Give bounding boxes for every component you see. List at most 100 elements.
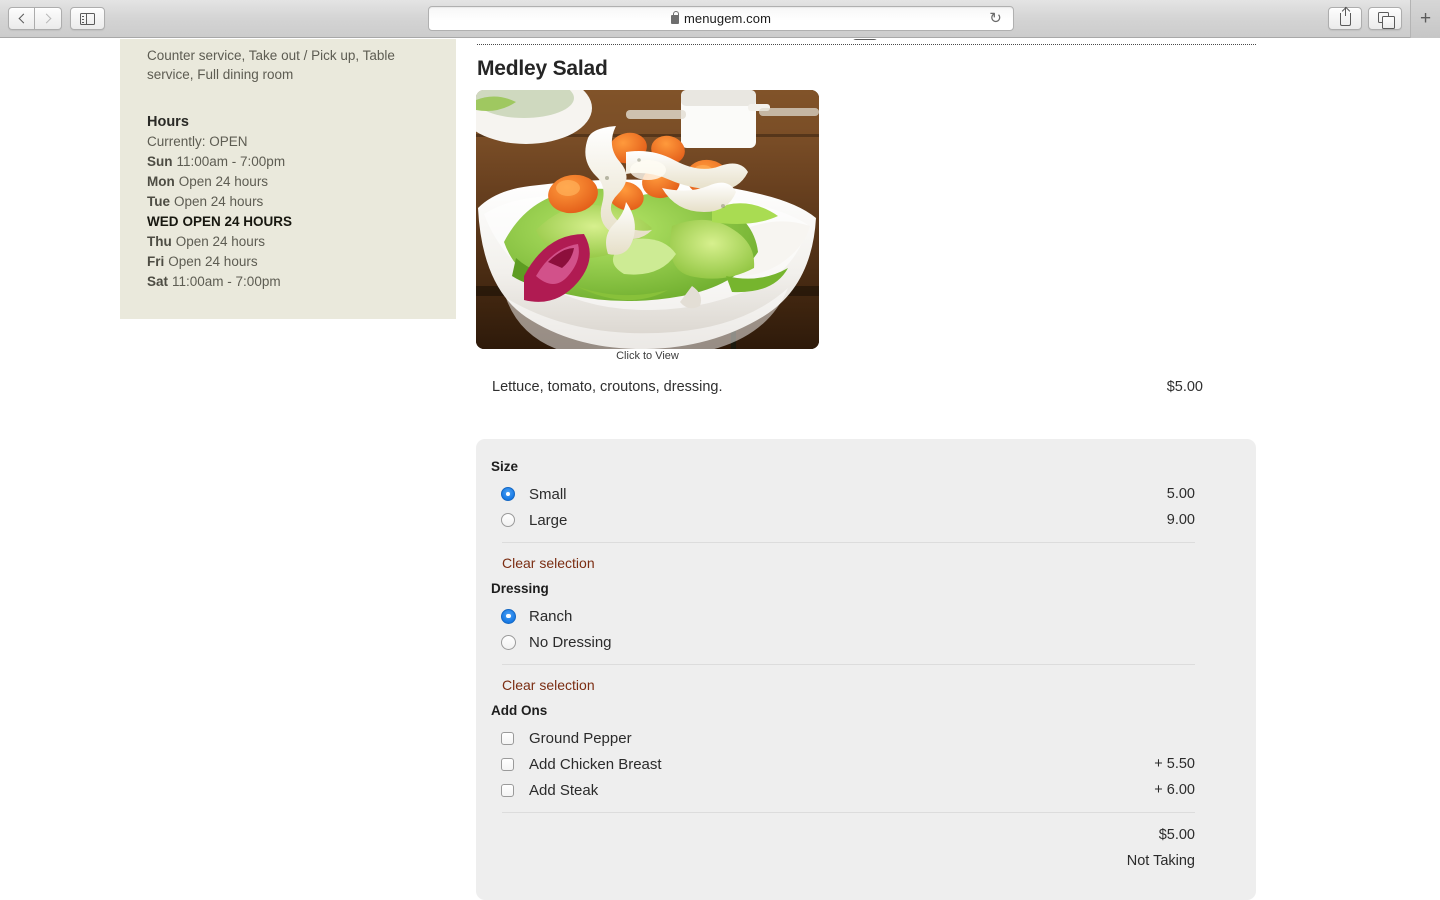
hours-day: Tue	[147, 194, 170, 209]
option-row[interactable]: Ranch	[491, 603, 1232, 629]
option-label[interactable]: Ground Pepper	[529, 730, 1112, 747]
hours-value: OPEN 24 HOURS	[182, 214, 293, 229]
new-tab-button[interactable]: +	[1410, 0, 1440, 38]
clear-selection-link[interactable]: Clear selection	[502, 677, 595, 693]
option-control-cell	[491, 513, 529, 527]
clear-selection-link[interactable]: Clear selection	[502, 555, 595, 571]
url-display: menugem.com	[670, 11, 772, 26]
address-bar[interactable]: menugem.com ↻	[428, 6, 1014, 31]
currently-open-status: Currently: OPEN	[147, 134, 248, 149]
item-options-panel: Size Small 5.00 Large 9.00 Clear selection Dre…	[476, 439, 1256, 900]
option-control-cell	[491, 608, 529, 624]
option-row[interactable]: Ground Pepper	[491, 725, 1232, 751]
hours-row: Sat 11:00am - 7:00pm	[147, 272, 432, 292]
url-text: menugem.com	[683, 11, 772, 26]
service-types-text: Counter service, Take out / Pick up, Tab…	[147, 48, 395, 82]
hours-day: Sat	[147, 274, 169, 289]
checkbox-unchecked[interactable]	[501, 757, 514, 771]
hours-day: WED	[147, 214, 179, 229]
options-groups: Size Small 5.00 Large 9.00 Clear selection Dre…	[491, 459, 1232, 813]
option-row[interactable]: No Dressing	[491, 629, 1232, 655]
option-group-heading: Add Ons	[491, 703, 548, 718]
hours-day: Thu	[147, 234, 172, 249]
option-price: 5.00	[1166, 486, 1195, 502]
checkbox-unchecked[interactable]	[501, 731, 514, 745]
hours-value: 11:00am - 7:00pm	[172, 274, 281, 289]
option-group-add-ons: Add Ons Ground Pepper Add Chicken Breast + …	[491, 703, 1232, 813]
option-control-cell	[491, 757, 529, 771]
scrolled-cutoff-element	[852, 39, 878, 40]
option-row[interactable]: Add Steak + 6.00	[491, 777, 1232, 803]
option-control-cell	[491, 731, 529, 745]
item-description: Lettuce, tomato, croutons, dressing.	[492, 379, 723, 395]
option-label[interactable]: Ranch	[529, 608, 1112, 625]
page-title: Medley Salad	[477, 57, 608, 80]
show-tabs-button[interactable]	[1368, 7, 1402, 30]
chevron-right-icon	[41, 13, 52, 24]
group-divider	[502, 664, 1195, 665]
order-status: Not Taking	[1126, 853, 1195, 869]
hours-row: Fri Open 24 hours	[147, 252, 432, 272]
navigation-button-group	[8, 7, 62, 30]
hours-row: Tue Open 24 hours	[147, 192, 432, 212]
restaurant-info-sidebar: Counter service, Take out / Pick up, Tab…	[120, 39, 456, 319]
hours-day: Fri	[147, 254, 165, 269]
sidebar-toggle-button[interactable]	[70, 7, 105, 30]
back-button[interactable]	[8, 7, 35, 30]
option-row[interactable]: Small 5.00	[491, 481, 1232, 507]
option-label[interactable]: Add Steak	[529, 782, 1112, 799]
share-button[interactable]	[1328, 7, 1362, 30]
option-control-cell	[491, 783, 529, 797]
radio-button-unchecked[interactable]	[501, 513, 515, 527]
group-divider	[502, 542, 1195, 543]
hours-row: Sun 11:00am - 7:00pm	[147, 152, 432, 172]
radio-button-unchecked[interactable]	[501, 634, 516, 650]
option-price: + 5.50	[1154, 756, 1195, 772]
chevron-left-icon	[18, 13, 28, 24]
browser-toolbar: menugem.com ↻ +	[0, 0, 1440, 38]
hours-value: Open 24 hours	[174, 194, 264, 209]
lock-icon	[670, 11, 680, 24]
option-control-cell	[491, 634, 529, 650]
group-divider	[502, 812, 1195, 813]
hours-day: Sun	[147, 154, 173, 169]
hours-heading: Hours	[147, 114, 189, 130]
total-price: $5.00	[1158, 827, 1195, 843]
forward-button	[35, 7, 62, 30]
reload-icon[interactable]: ↻	[988, 11, 1003, 26]
option-label[interactable]: Small	[529, 486, 1112, 503]
option-control-cell	[491, 487, 529, 501]
salad-photo[interactable]	[476, 90, 819, 349]
sidebar-toggle-icon	[80, 12, 95, 25]
hours-row: Mon Open 24 hours	[147, 172, 432, 192]
checkbox-unchecked[interactable]	[501, 783, 514, 797]
content-divider	[477, 44, 1256, 45]
option-row[interactable]: Add Chicken Breast + 5.50	[491, 751, 1232, 777]
hours-value: Open 24 hours	[178, 174, 269, 189]
photo-caption[interactable]: Click to View	[476, 350, 819, 362]
option-label[interactable]: No Dressing	[529, 634, 1112, 651]
hours-list: Sun 11:00am - 7:00pm Mon Open 24 hours Tue Op…	[147, 152, 432, 292]
hours-value: Open 24 hours	[175, 234, 266, 249]
option-label[interactable]: Large	[529, 512, 1112, 529]
hours-row: WED OPEN 24 HOURS	[147, 212, 432, 232]
share-icon	[1339, 7, 1351, 26]
page-content: Counter service, Take out / Pick up, Tab…	[0, 39, 1440, 900]
option-group-size: Size Small 5.00 Large 9.00 Clear selection	[491, 459, 1232, 573]
option-group-dressing: Dressing Ranch No Dressing Clear selection	[491, 581, 1232, 695]
option-group-heading: Size	[491, 459, 519, 474]
order-totals: $5.00 Not Taking	[491, 822, 1232, 874]
hours-value: Open 24 hours	[168, 254, 258, 269]
option-price: + 6.00	[1154, 782, 1195, 798]
option-row[interactable]: Large 9.00	[491, 507, 1232, 533]
option-label[interactable]: Add Chicken Breast	[529, 756, 1112, 773]
hours-value: 11:00am - 7:00pm	[176, 154, 286, 169]
option-price: 9.00	[1166, 512, 1195, 528]
item-price: $5.00	[1166, 379, 1203, 395]
salad-photo-graphic	[476, 90, 819, 349]
show-tabs-icon	[1378, 11, 1395, 29]
radio-button-checked[interactable]	[501, 608, 516, 624]
hours-day: Mon	[147, 174, 175, 189]
radio-button-checked[interactable]	[501, 487, 515, 501]
option-group-heading: Dressing	[491, 581, 549, 596]
